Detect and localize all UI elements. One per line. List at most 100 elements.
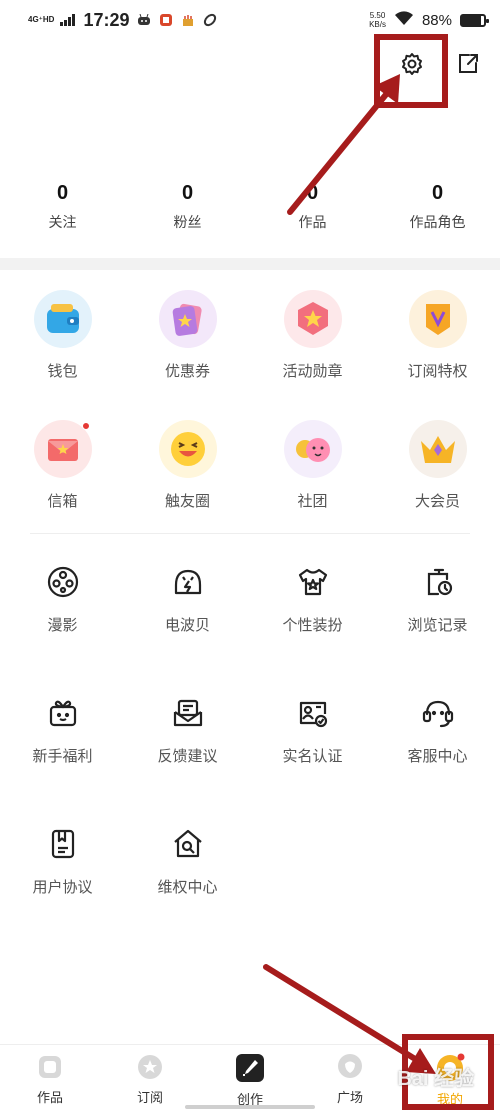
- stat-value: 0: [306, 182, 319, 204]
- link-notification-icon: [202, 12, 218, 28]
- signal-icon: [60, 14, 76, 26]
- mailbox-button[interactable]: 信箱: [0, 420, 125, 511]
- cell-label: 订阅特权: [407, 363, 468, 380]
- subscribe-icon: [138, 1055, 162, 1079]
- id-card-icon: [293, 693, 333, 733]
- stat-works[interactable]: 0 作品: [250, 182, 375, 232]
- square-chat-icon: [338, 1054, 362, 1078]
- cell-label: 实名认证: [282, 748, 343, 765]
- wifi-icon: [394, 10, 414, 31]
- cell-label: 触友圈: [164, 493, 210, 510]
- medal-icon: [283, 290, 342, 348]
- cell-label: 用户协议: [32, 879, 93, 896]
- share-icon: [459, 54, 478, 73]
- cell-label: 大会员: [414, 493, 460, 510]
- stat-label: 作品: [298, 214, 327, 230]
- film-reel-icon: [43, 562, 83, 602]
- feature-row-5: 用户协议 维权中心: [0, 814, 500, 897]
- wallet-button[interactable]: 钱包: [0, 290, 125, 381]
- battery-percent: 88%: [421, 11, 452, 29]
- vip-crown-icon: [408, 420, 467, 478]
- coupon-icon: [158, 290, 217, 348]
- cake-notification-icon: [180, 12, 196, 28]
- cell-label: 信箱: [47, 493, 78, 510]
- stat-characters[interactable]: 0 作品角色: [375, 182, 500, 232]
- mailbox-badge: [81, 422, 90, 430]
- friends-circle-icon: [158, 420, 217, 478]
- wallet-icon: [33, 290, 92, 348]
- nav-square[interactable]: 广场: [300, 1045, 400, 1111]
- radio-shell-button[interactable]: 电波贝: [125, 552, 250, 635]
- history-icon: [418, 562, 458, 602]
- friends-circle-button[interactable]: 触友圈: [125, 420, 250, 511]
- stat-label: 作品角色: [409, 214, 466, 230]
- mailbox-icon: [33, 420, 92, 478]
- settings-highlight-box: [374, 34, 448, 108]
- cell-label: 钱包: [47, 363, 78, 380]
- works-icon: [39, 1056, 61, 1078]
- dress-up-button[interactable]: 个性装扮: [250, 552, 375, 635]
- stat-label: 粉丝: [173, 214, 202, 230]
- headset-icon: [418, 693, 458, 733]
- feature-row-2: 信箱 触友圈 社团 大会员: [0, 420, 500, 511]
- manying-button[interactable]: 漫影: [0, 552, 125, 635]
- nav-subscribe[interactable]: 订阅: [100, 1045, 200, 1111]
- rights-house-icon: [168, 824, 208, 864]
- cell-label: 维权中心: [157, 879, 218, 896]
- cell-label: 漫影: [47, 617, 78, 634]
- stat-label: 关注: [48, 214, 77, 230]
- club-icon: [283, 420, 342, 478]
- cell-label: 客服中心: [407, 748, 468, 765]
- stat-value: 0: [181, 182, 194, 204]
- feature-row-1: 钱包 优惠券 活动勋章 订阅特权: [0, 290, 500, 381]
- cell-label: 反馈建议: [157, 748, 218, 765]
- rights-center-button[interactable]: 维权中心: [125, 814, 250, 897]
- tshirt-icon: [293, 562, 333, 602]
- app-notification-icon: [158, 12, 174, 28]
- cell-label: 活动勋章: [282, 363, 343, 380]
- feedback-icon: [168, 693, 208, 733]
- customer-service-button[interactable]: 客服中心: [375, 683, 500, 766]
- stat-following[interactable]: 0 关注: [0, 182, 125, 232]
- stat-fans[interactable]: 0 粉丝: [125, 182, 250, 232]
- newbie-benefits-button[interactable]: 新手福利: [0, 683, 125, 766]
- cell-label: 个性装扮: [282, 617, 343, 634]
- section-divider-line: [30, 533, 470, 534]
- cell-label: 浏览记录: [407, 617, 468, 634]
- browse-history-button[interactable]: 浏览记录: [375, 552, 500, 635]
- home-indicator: [185, 1105, 315, 1109]
- profile-stats: 0 关注 0 粉丝 0 作品 0 作品角色: [0, 182, 500, 232]
- subscription-privilege-button[interactable]: 订阅特权: [375, 290, 500, 381]
- nav-label: 作品: [36, 1090, 63, 1105]
- radio-shell-icon: [168, 562, 208, 602]
- cell-label: 新手福利: [32, 748, 93, 765]
- nav-works[interactable]: 作品: [0, 1045, 100, 1111]
- cell-label: 社团: [297, 493, 328, 510]
- nav-label: 订阅: [136, 1090, 163, 1105]
- stat-value: 0: [56, 182, 69, 204]
- nav-label: 广场: [336, 1090, 363, 1105]
- create-brush-icon: [236, 1054, 264, 1082]
- subscription-icon: [408, 290, 467, 348]
- share-button[interactable]: [454, 50, 482, 78]
- section-divider: [0, 258, 500, 270]
- watermark: Bai 经验: [397, 1068, 474, 1090]
- agreement-icon: [43, 824, 83, 864]
- robot-notification-icon: [136, 12, 152, 28]
- stat-value: 0: [431, 182, 444, 204]
- gift-icon: [43, 693, 83, 733]
- big-member-button[interactable]: 大会员: [375, 420, 500, 511]
- feature-row-3: 漫影 电波贝 个性装扮 浏览记录: [0, 552, 500, 635]
- coupon-button[interactable]: 优惠券: [125, 290, 250, 381]
- battery-icon: [460, 13, 489, 27]
- cell-label: 优惠券: [164, 363, 210, 380]
- nav-create[interactable]: 创作: [200, 1045, 300, 1111]
- real-name-auth-button[interactable]: 实名认证: [250, 683, 375, 766]
- network-speed: 5.50 KB/s: [369, 11, 386, 29]
- feedback-button[interactable]: 反馈建议: [125, 683, 250, 766]
- club-button[interactable]: 社团: [250, 420, 375, 511]
- event-medal-button[interactable]: 活动勋章: [250, 290, 375, 381]
- feature-row-4: 新手福利 反馈建议 实名认证 客服中心: [0, 683, 500, 766]
- status-time: 17:29: [83, 9, 130, 30]
- user-agreement-button[interactable]: 用户协议: [0, 814, 125, 897]
